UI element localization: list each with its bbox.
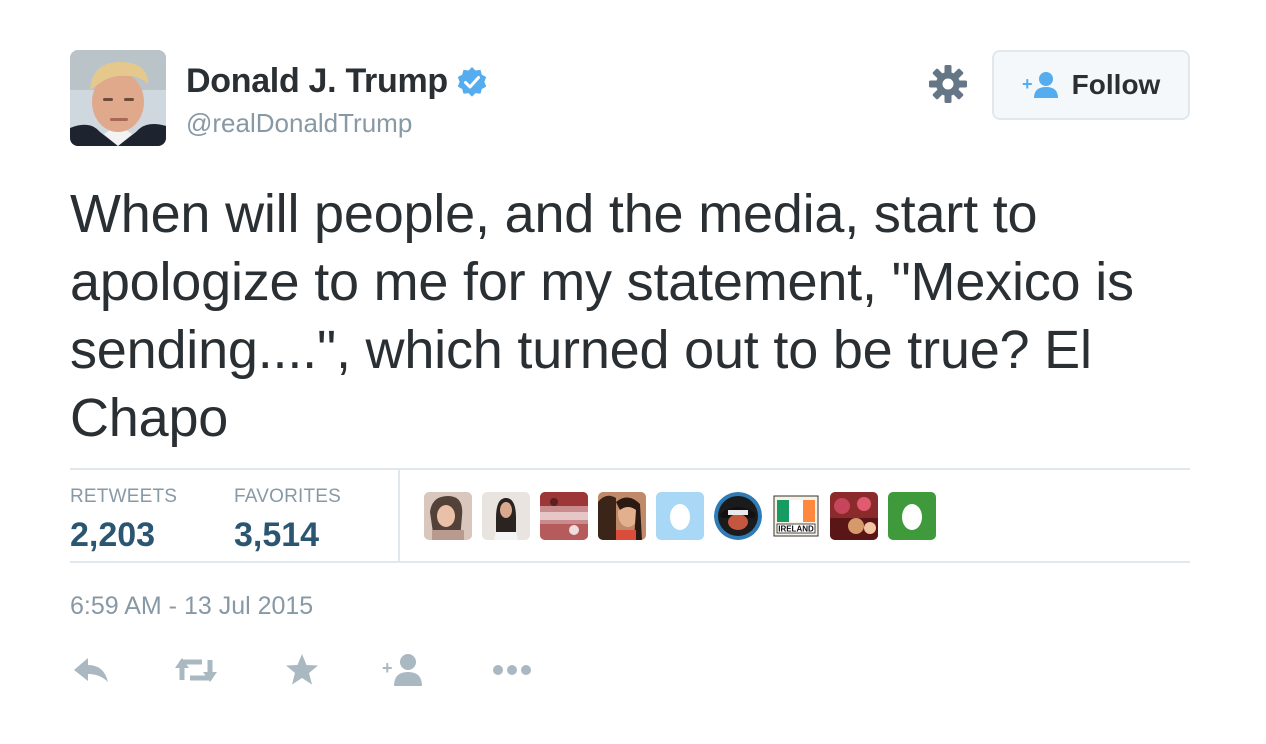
svg-text:IRELAND: IRELAND	[778, 525, 814, 534]
default-egg-avatar[interactable]	[656, 492, 704, 540]
favoriter-avatar[interactable]	[482, 492, 530, 540]
screen-name[interactable]: @realDonaldTrump	[186, 108, 412, 139]
reply-icon[interactable]	[70, 650, 114, 690]
favoriter-avatar[interactable]	[424, 492, 472, 540]
favorites-stat[interactable]: FAVORITES 3,514	[234, 486, 341, 555]
retweets-count: 2,203	[70, 516, 156, 554]
svg-text:+: +	[1022, 74, 1033, 94]
user-avatar[interactable]	[70, 50, 166, 146]
verified-badge-icon	[456, 66, 488, 98]
follow-button[interactable]: + Follow	[992, 50, 1190, 120]
display-name[interactable]: Donald J. Trump	[186, 62, 448, 101]
favoriters-list: IRELAND	[424, 492, 936, 540]
tweet-card: Donald J. Trump @realDonaldTrump + Follo…	[0, 0, 1266, 744]
favoriter-avatar[interactable]	[598, 492, 646, 540]
stats-divider	[398, 470, 400, 563]
follow-person-plus-icon: +	[1022, 70, 1062, 100]
favoriter-avatar[interactable]	[714, 492, 762, 540]
tweet-stats: RETWEETS 2,203 FAVORITES 3,514 IRELAND	[70, 468, 1190, 563]
favoriter-avatar[interactable]	[540, 492, 588, 540]
retweet-icon[interactable]	[174, 650, 218, 690]
svg-text:+: +	[382, 658, 393, 678]
gear-icon[interactable]	[928, 64, 968, 104]
flag-ireland-avatar[interactable]: IRELAND	[772, 492, 820, 540]
follow-button-label: Follow	[1071, 69, 1161, 100]
tweet-timestamp[interactable]: 6:59 AM - 13 Jul 2015	[70, 592, 313, 621]
name-row: Donald J. Trump	[186, 62, 488, 101]
favorites-label: FAVORITES	[234, 486, 342, 507]
favoriter-avatar[interactable]	[830, 492, 878, 540]
retweets-label: RETWEETS	[70, 486, 178, 507]
retweets-stat[interactable]: RETWEETS 2,203	[70, 486, 177, 555]
follow-icon[interactable]: +	[382, 650, 426, 690]
favorite-icon[interactable]	[280, 650, 324, 690]
more-icon[interactable]	[490, 650, 534, 690]
favorites-count: 3,514	[234, 516, 320, 554]
default-egg-avatar[interactable]	[888, 492, 936, 540]
tweet-text: When will people, and the media, start t…	[70, 184, 1134, 448]
